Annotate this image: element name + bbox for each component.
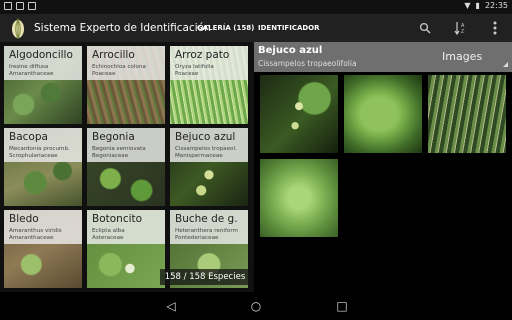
- species-tile[interactable]: Arroz pato Oryza latifolia Poaceae: [170, 46, 248, 124]
- notification-icon: [4, 2, 12, 10]
- detail-scientific-name: Cissampelos tropaeolifolia: [258, 59, 357, 68]
- species-image-thumbnail[interactable]: [260, 159, 338, 237]
- species-tile[interactable]: Bledo Amaranthus viridis Amaranthaceae: [4, 210, 82, 288]
- battery-icon: ▮: [475, 1, 480, 10]
- species-detail: Bejuco azul Cissampelos tropaeolifolia I…: [254, 42, 512, 292]
- wifi-icon: ▼: [464, 1, 471, 10]
- species-tile[interactable]: Arrocillo Echinochloa colona Poaceae: [87, 46, 165, 124]
- back-icon[interactable]: ◁: [156, 292, 186, 320]
- more-vert-icon[interactable]: [484, 14, 506, 42]
- recents-icon[interactable]: □: [327, 292, 357, 320]
- detail-species-name: Bejuco azul: [258, 45, 323, 56]
- tab-identifier[interactable]: IDENTIFICADOR: [258, 24, 320, 32]
- status-time: 22:35: [484, 1, 508, 10]
- species-tile[interactable]: Bacopa Mecardonia procumb. Scrophulariacea…: [4, 128, 82, 206]
- tab-gallery[interactable]: GALERÍA (158): [197, 24, 254, 32]
- species-image-thumbnail[interactable]: [344, 75, 422, 153]
- species-image-thumbnail[interactable]: [428, 75, 506, 153]
- status-bar: ▼ ▮ 22:35: [0, 0, 512, 14]
- navigation-bar: ◁ ○ □: [0, 292, 512, 320]
- species-tile[interactable]: Begonia Begonia semiovata Begoniaceae: [87, 128, 165, 206]
- species-tile[interactable]: Bejuco azul Cissampelos tropaeol. Menisper…: [170, 128, 248, 206]
- search-icon[interactable]: [414, 14, 436, 42]
- app-title: Sistema Experto de Identificación: [34, 22, 211, 34]
- sort-az-icon[interactable]: AZ: [450, 14, 472, 42]
- species-image-thumbnail[interactable]: [260, 75, 338, 153]
- home-icon[interactable]: ○: [241, 292, 271, 320]
- species-counter: 158 / 158 Especies: [160, 269, 250, 285]
- view-selector[interactable]: Images: [442, 50, 482, 63]
- notification-icon: [28, 2, 36, 10]
- notification-icon: [16, 2, 24, 10]
- species-gallery: Algodoncillo Iresine diffusa Amaranthaceae…: [0, 42, 254, 292]
- species-tile[interactable]: Botoncito Eclipta alba Asteraceae: [87, 210, 165, 288]
- detail-header: Bejuco azul Cissampelos tropaeolifolia I…: [254, 42, 512, 72]
- svg-text:Z: Z: [461, 29, 464, 35]
- species-tile[interactable]: Algodoncillo Iresine diffusa Amaranthaceae: [4, 46, 82, 124]
- app-logo-icon: [12, 18, 24, 39]
- dropdown-caret-icon[interactable]: [503, 62, 508, 67]
